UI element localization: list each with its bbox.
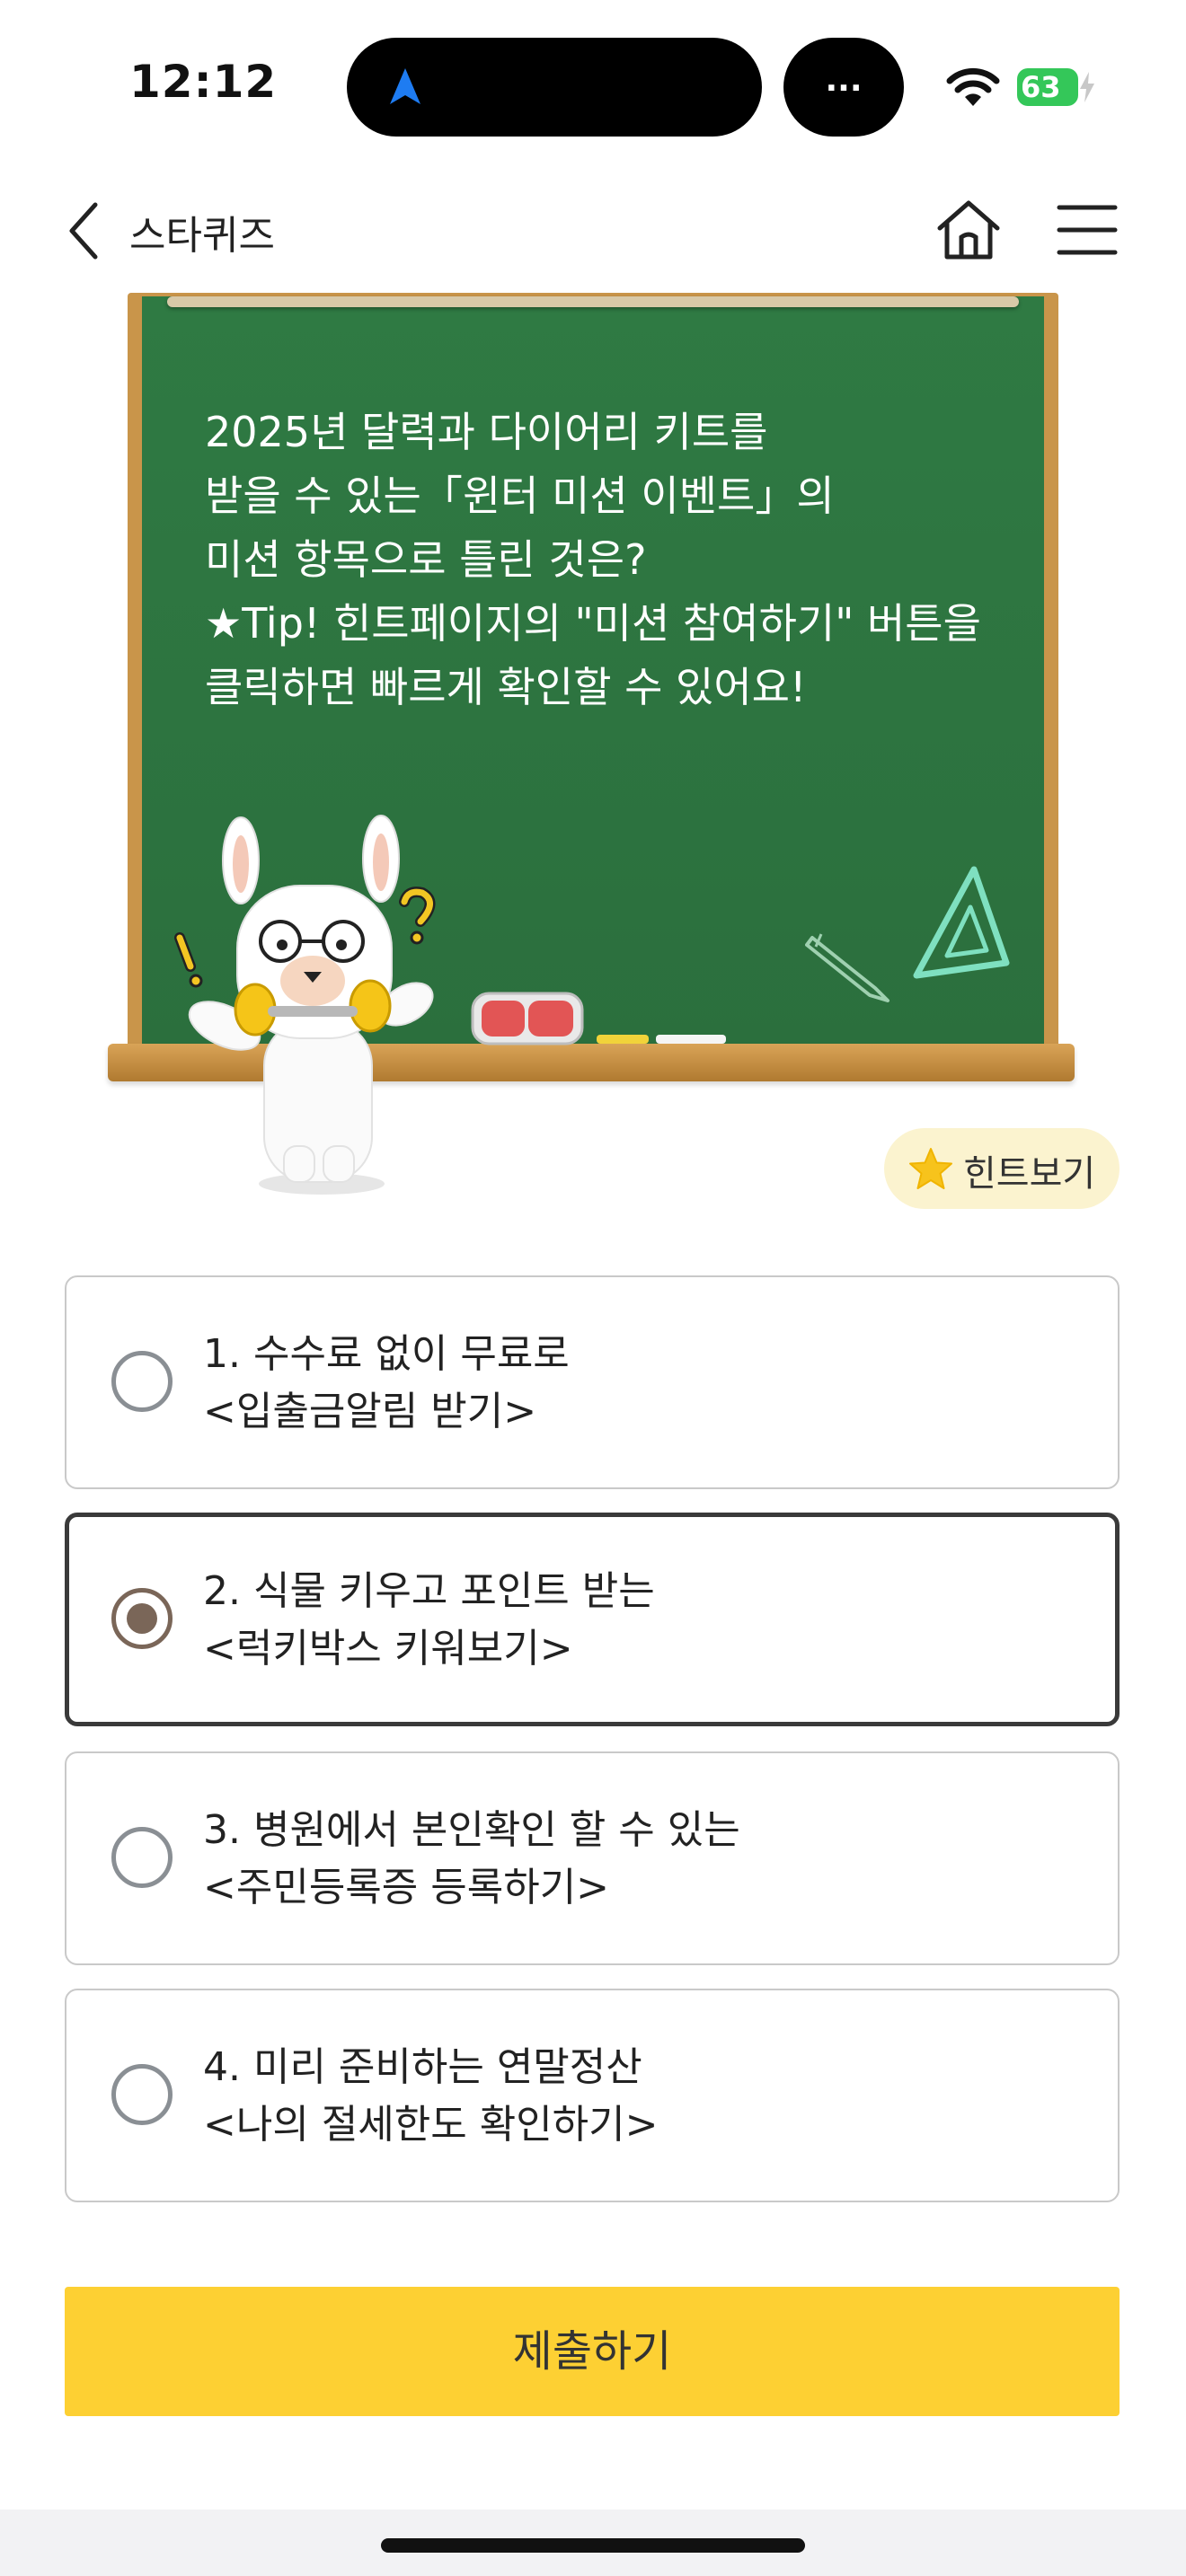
submit-button[interactable]: 제출하기 — [65, 2287, 1120, 2416]
radio-button[interactable] — [111, 2064, 173, 2125]
hint-label: 힌트보기 — [963, 1153, 1096, 1195]
back-button[interactable] — [63, 199, 108, 262]
page-title: 스타퀴즈 — [129, 213, 275, 259]
location-arrow-icon — [390, 68, 420, 104]
radio-selected-dot — [127, 1603, 157, 1634]
radio-button[interactable] — [111, 1351, 173, 1412]
option-text: 1. 수수료 없이 무료로 <입출금알림 받기> — [203, 1331, 570, 1434]
home-button[interactable] — [934, 198, 1003, 262]
pencil-doodle-icon — [805, 933, 890, 1002]
answer-option-3[interactable]: 3. 병원에서 본인확인 할 수 있는 <주민등록증 등록하기> — [65, 1751, 1120, 1965]
chevron-left-icon — [69, 202, 98, 260]
island-more-indicator: ... — [783, 38, 904, 137]
radio-button-selected[interactable] — [111, 1588, 173, 1649]
radio-button[interactable] — [111, 1827, 173, 1888]
option-text: 4. 미리 준비하는 연말정산 <나의 절세한도 확인하기> — [203, 2044, 659, 2148]
hamburger-menu-icon — [1057, 205, 1118, 255]
dynamic-island — [347, 38, 762, 137]
answer-option-1[interactable]: 1. 수수료 없이 무료로 <입출금알림 받기> — [65, 1275, 1120, 1489]
menu-button[interactable] — [1057, 203, 1118, 257]
chalk-yellow — [597, 1035, 649, 1044]
blackboard-rail — [167, 296, 1019, 307]
battery-charging-icon — [1080, 72, 1094, 102]
alpaca-mascot — [174, 815, 436, 1195]
triangle-ruler-doodle-icon — [913, 866, 1010, 979]
star-icon — [909, 1148, 952, 1189]
option-text: 3. 병원에서 본인확인 할 수 있는 <주민등록증 등록하기> — [203, 1807, 740, 1910]
question-text: 2025년 달력과 다이어리 키트를 받을 수 있는「윈터 미션 이벤트」의 미… — [205, 408, 981, 711]
battery-indicator: 63 — [1017, 68, 1078, 106]
answer-option-2[interactable]: 2. 식물 키우고 포인트 받는 <럭키박스 키워보기> — [65, 1513, 1120, 1726]
hint-button[interactable]: 힌트보기 — [884, 1128, 1120, 1209]
option-text: 2. 식물 키우고 포인트 받는 <럭키박스 키워보기> — [203, 1568, 655, 1672]
eraser-illustration — [471, 992, 584, 1045]
chalk-white — [656, 1035, 726, 1044]
home-icon — [937, 200, 1000, 260]
wifi-icon — [946, 67, 1000, 106]
home-indicator[interactable] — [381, 2538, 805, 2553]
status-time: 12:12 — [129, 56, 278, 108]
answer-option-4[interactable]: 4. 미리 준비하는 연말정산 <나의 절세한도 확인하기> — [65, 1989, 1120, 2202]
